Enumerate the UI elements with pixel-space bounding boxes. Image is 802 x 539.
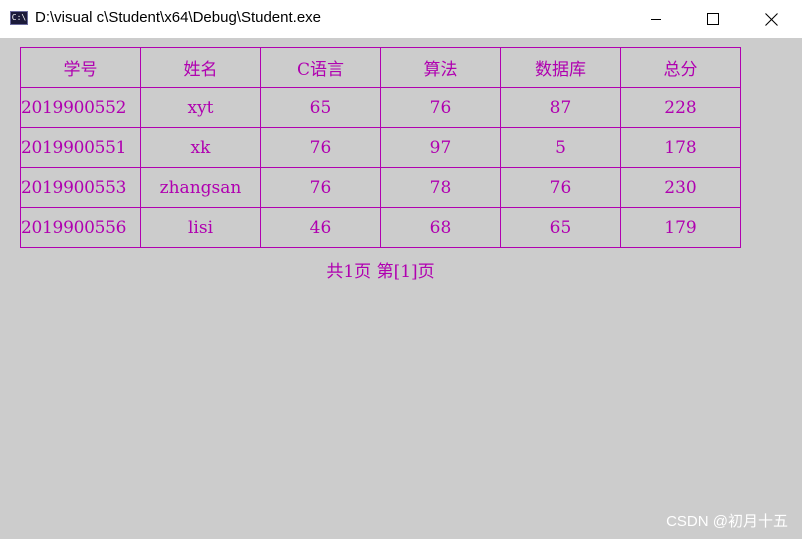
cell-database: 65 bbox=[500, 207, 621, 248]
cell-name: xyt bbox=[140, 87, 261, 128]
header-total: 总分 bbox=[620, 47, 741, 88]
cell-name: zhangsan bbox=[140, 167, 261, 208]
cell-name: lisi bbox=[140, 207, 261, 248]
cell-student-id: 2019900553 bbox=[20, 167, 141, 208]
pagination-text: 共1页 第[1]页 bbox=[326, 262, 435, 282]
student-table: 学号 姓名 C语言 算法 数据库 总分 2019900552 xyt 65 76… bbox=[20, 47, 741, 248]
header-student-id: 学号 bbox=[20, 47, 141, 88]
cell-student-id: 2019900556 bbox=[20, 207, 141, 248]
header-algorithm: 算法 bbox=[380, 47, 501, 88]
cell-database: 5 bbox=[500, 127, 621, 168]
cell-total: 178 bbox=[620, 127, 741, 168]
cell-algorithm: 78 bbox=[380, 167, 501, 208]
table-row: 2019900552 xyt 65 76 87 228 bbox=[20, 87, 741, 128]
cell-total: 228 bbox=[620, 87, 741, 128]
cell-total: 230 bbox=[620, 167, 741, 208]
cell-algorithm: 76 bbox=[380, 87, 501, 128]
cell-database: 76 bbox=[500, 167, 621, 208]
minimize-button[interactable] bbox=[627, 0, 685, 38]
table-header-row: 学号 姓名 C语言 算法 数据库 总分 bbox=[20, 47, 741, 88]
maximize-button[interactable] bbox=[684, 0, 742, 38]
cell-algorithm: 68 bbox=[380, 207, 501, 248]
watermark: CSDN @初月十五 bbox=[666, 513, 788, 530]
table-row: 2019900551 xk 76 97 5 178 bbox=[20, 127, 741, 168]
cell-student-id: 2019900551 bbox=[20, 127, 141, 168]
minimize-icon bbox=[651, 19, 661, 20]
header-database: 数据库 bbox=[500, 47, 621, 88]
window-title: D:\visual c\Student\x64\Debug\Student.ex… bbox=[35, 9, 322, 26]
cell-total: 179 bbox=[620, 207, 741, 248]
maximize-icon bbox=[707, 13, 719, 25]
close-icon bbox=[764, 12, 778, 26]
cell-c-language: 76 bbox=[260, 167, 381, 208]
close-button[interactable] bbox=[742, 0, 800, 38]
console-window: C:\ D:\visual c\Student\x64\Debug\Studen… bbox=[0, 0, 802, 539]
table-row: 2019900553 zhangsan 76 78 76 230 bbox=[20, 167, 741, 208]
cell-c-language: 46 bbox=[260, 207, 381, 248]
table-row: 2019900556 lisi 46 68 65 179 bbox=[20, 207, 741, 248]
cell-database: 87 bbox=[500, 87, 621, 128]
cell-student-id: 2019900552 bbox=[20, 87, 141, 128]
cell-c-language: 76 bbox=[260, 127, 381, 168]
cell-c-language: 65 bbox=[260, 87, 381, 128]
title-bar[interactable]: C:\ D:\visual c\Student\x64\Debug\Studen… bbox=[0, 0, 802, 38]
header-name: 姓名 bbox=[140, 47, 261, 88]
console-app-icon[interactable]: C:\ bbox=[10, 11, 28, 25]
header-c-language: C语言 bbox=[260, 47, 381, 88]
cell-name: xk bbox=[140, 127, 261, 168]
cell-algorithm: 97 bbox=[380, 127, 501, 168]
